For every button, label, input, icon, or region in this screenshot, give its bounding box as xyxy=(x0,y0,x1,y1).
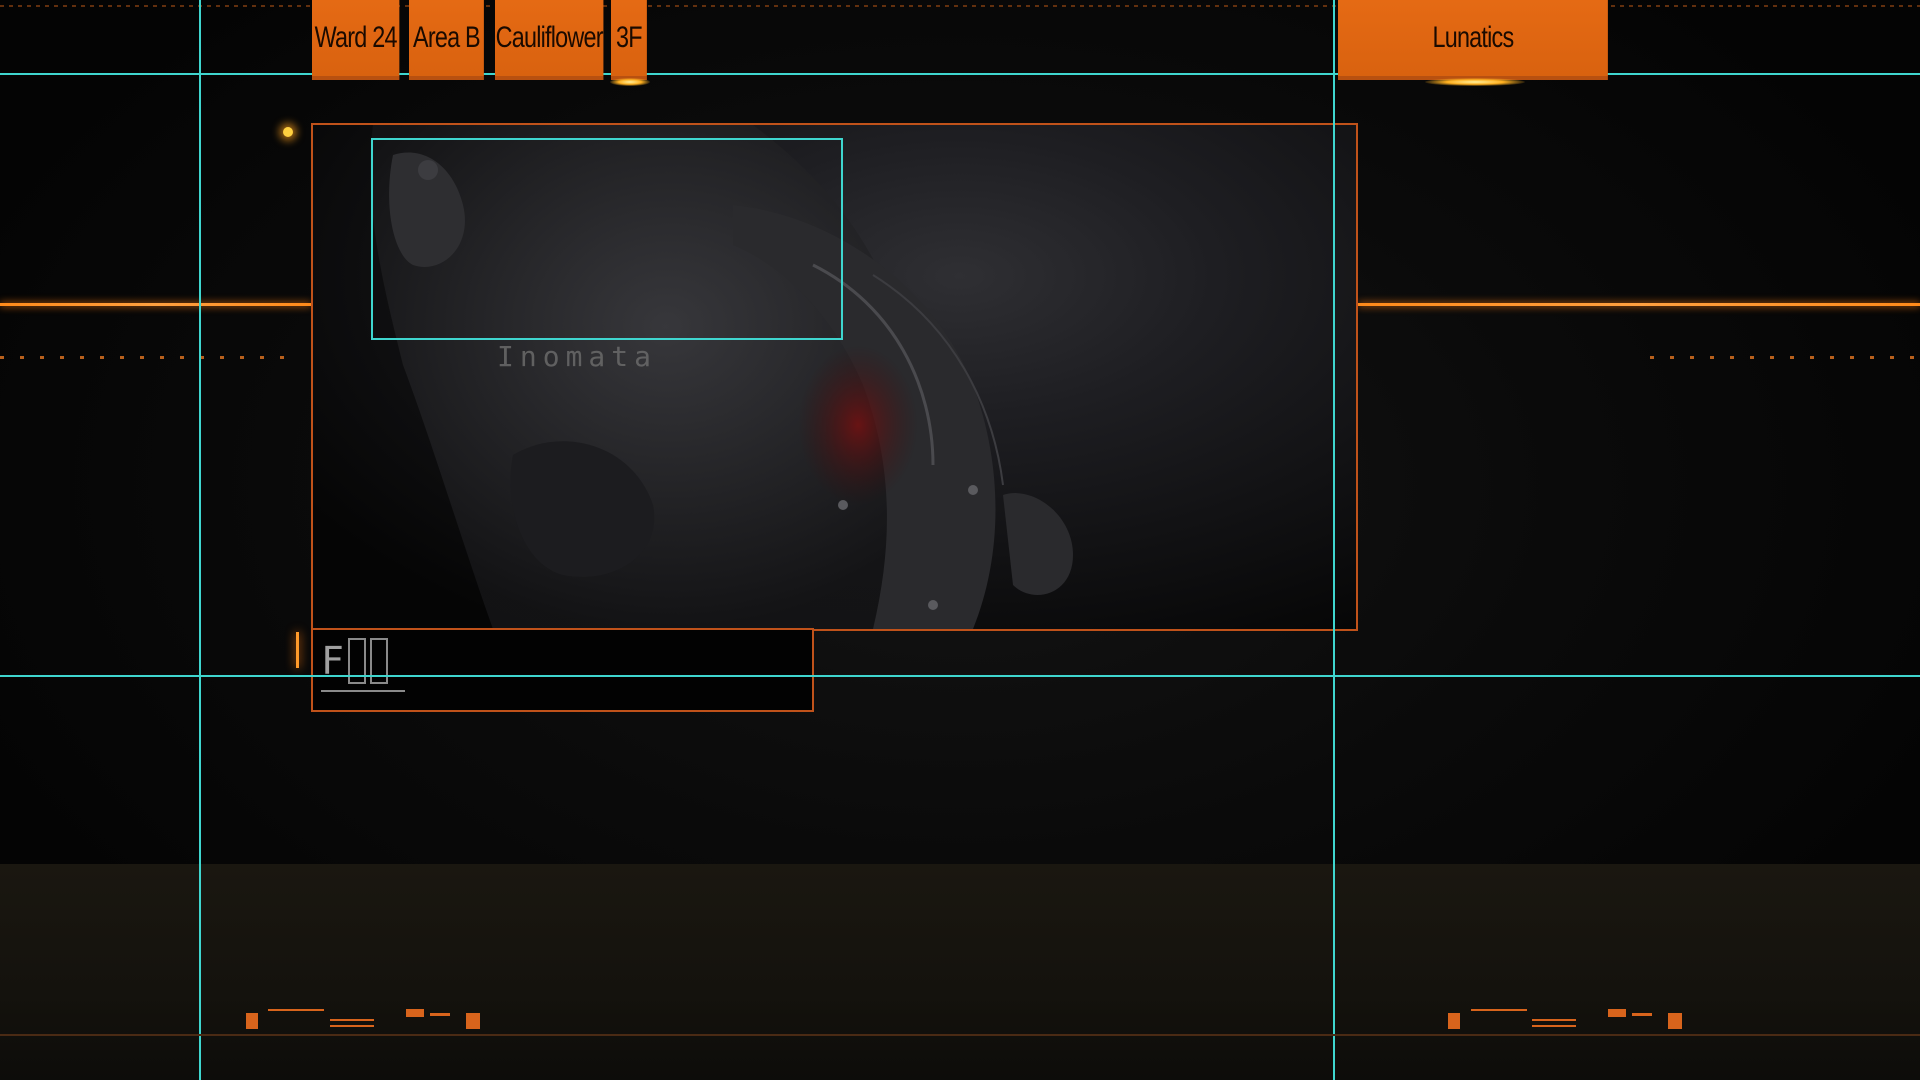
tab-area[interactable]: Area B xyxy=(409,0,484,80)
glyph-placeholder-icon xyxy=(347,638,366,684)
dotted-line-left xyxy=(0,356,300,359)
target-caption: Inomata xyxy=(497,340,658,373)
glyph-placeholder-icon xyxy=(369,638,388,684)
tab-active-glow xyxy=(610,78,650,86)
dialogue-text: F xyxy=(321,639,344,683)
tab-ward[interactable]: Ward 24 xyxy=(312,0,400,80)
tab-ward-label: Ward 24 xyxy=(314,21,398,54)
dialogue-box[interactable]: F xyxy=(311,628,814,712)
horizon-line-left xyxy=(0,303,311,306)
floor-band xyxy=(0,864,1920,1080)
horizon-line-right xyxy=(1358,303,1920,306)
bottom-rule xyxy=(0,1034,1920,1036)
target-frame[interactable] xyxy=(371,138,843,340)
game-screen: Inomata F Ward 24 Area B Cauliflower 3F … xyxy=(0,0,1920,1080)
guide-line-middle xyxy=(0,675,1920,677)
dialogue-glyphs: F xyxy=(321,638,388,684)
text-cursor-icon xyxy=(296,632,299,668)
guide-line-left xyxy=(199,0,201,1080)
tab-floor-label: 3F xyxy=(616,21,643,54)
tab-location-label: Cauliflower xyxy=(495,21,604,54)
tab-group[interactable]: Lunatics xyxy=(1338,0,1608,80)
status-indicator-icon xyxy=(283,127,293,137)
top-dotted-border xyxy=(0,5,1920,7)
tab-group-glow xyxy=(1425,78,1525,86)
dialogue-underline xyxy=(321,690,405,692)
tab-floor[interactable]: 3F xyxy=(611,0,647,80)
guide-line-right xyxy=(1333,0,1335,1080)
tab-location[interactable]: Cauliflower xyxy=(495,0,604,80)
tab-group-label: Lunatics xyxy=(1432,21,1514,54)
tab-area-label: Area B xyxy=(413,21,481,54)
guide-line-top xyxy=(0,73,1920,75)
dotted-line-right xyxy=(1650,356,1920,359)
